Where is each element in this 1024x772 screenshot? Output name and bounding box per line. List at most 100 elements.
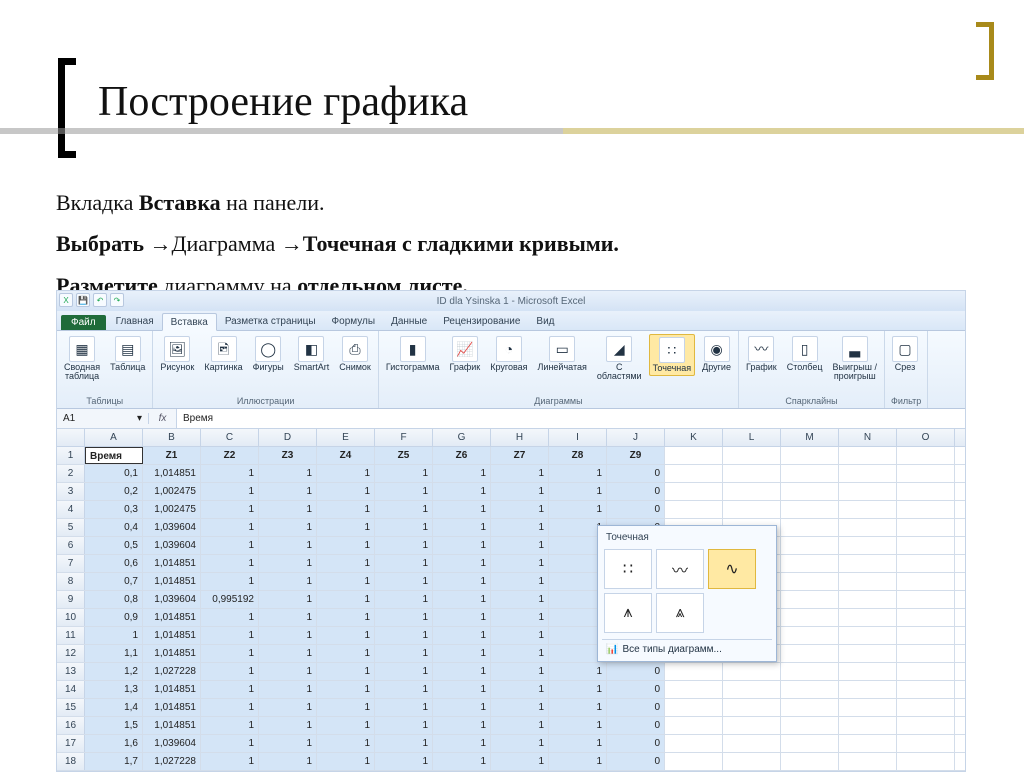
cell[interactable]: 1 — [375, 627, 433, 644]
cell[interactable]: 1 — [491, 753, 549, 770]
cell[interactable]: 1 — [491, 483, 549, 500]
cell[interactable]: 1 — [317, 591, 375, 608]
cell[interactable]: 1 — [433, 537, 491, 554]
cell[interactable]: 1 — [491, 537, 549, 554]
cell[interactable]: 1 — [549, 753, 607, 770]
scatter-markers-option[interactable]: ∷ — [604, 549, 652, 589]
cell[interactable]: 1 — [491, 627, 549, 644]
cell[interactable]: 1 — [491, 465, 549, 482]
cell[interactable]: 1,014851 — [143, 609, 201, 626]
cell[interactable]: 1 — [549, 681, 607, 698]
cell[interactable]: 1 — [259, 753, 317, 770]
cell[interactable]: 1 — [259, 465, 317, 482]
cell[interactable] — [839, 555, 897, 572]
cell[interactable]: 1 — [259, 609, 317, 626]
ribbon-btn-illus-0[interactable]: 🖼Рисунок — [157, 334, 197, 374]
col-header-J[interactable]: J — [607, 429, 665, 446]
ribbon-btn-charts-5[interactable]: ∷Точечная — [649, 334, 696, 376]
cell[interactable] — [781, 627, 839, 644]
excel-icon[interactable]: X — [59, 293, 73, 307]
cell[interactable]: 1 — [433, 699, 491, 716]
cell[interactable]: 0 — [607, 753, 665, 770]
cell[interactable]: 1 — [317, 537, 375, 554]
cell[interactable]: 1 — [375, 591, 433, 608]
cell[interactable] — [839, 735, 897, 752]
cell[interactable] — [897, 573, 955, 590]
cell[interactable]: 1 — [201, 519, 259, 536]
file-tab[interactable]: Файл — [61, 315, 106, 330]
cell[interactable] — [839, 501, 897, 518]
cell[interactable] — [839, 609, 897, 626]
cell[interactable]: 1 — [201, 681, 259, 698]
cell[interactable]: 0 — [607, 483, 665, 500]
cell[interactable]: 1 — [317, 573, 375, 590]
ribbon-btn-filter-0[interactable]: ▢Срез — [889, 334, 921, 374]
cell[interactable]: 0,8 — [85, 591, 143, 608]
cell[interactable]: 1 — [433, 591, 491, 608]
cell[interactable]: 1 — [433, 465, 491, 482]
cell[interactable] — [665, 681, 723, 698]
cell[interactable]: 1 — [549, 699, 607, 716]
ribbon-btn-tables-1[interactable]: ▤Таблица — [107, 334, 148, 374]
cell[interactable]: 1,039604 — [143, 591, 201, 608]
col-header-K[interactable]: K — [665, 429, 723, 446]
cell[interactable] — [839, 627, 897, 644]
row-header[interactable]: 17 — [57, 735, 85, 752]
cell[interactable]: 1 — [549, 663, 607, 680]
cell[interactable]: 1 — [201, 735, 259, 752]
cell[interactable]: 1,7 — [85, 753, 143, 770]
cell[interactable]: 1 — [491, 519, 549, 536]
ribbon-btn-illus-2[interactable]: ◯Фигуры — [250, 334, 287, 374]
cell[interactable] — [781, 717, 839, 734]
cell[interactable]: 1 — [433, 555, 491, 572]
cell[interactable]: 1 — [259, 717, 317, 734]
cell[interactable]: 1 — [433, 519, 491, 536]
cell[interactable] — [897, 591, 955, 608]
cell[interactable]: 1 — [201, 609, 259, 626]
cell[interactable]: 1,014851 — [143, 465, 201, 482]
cell[interactable]: 1 — [433, 609, 491, 626]
cell[interactable]: 1 — [375, 699, 433, 716]
cell[interactable] — [781, 501, 839, 518]
scatter-smooth-option[interactable]: ∿ — [708, 549, 756, 589]
cell[interactable] — [781, 591, 839, 608]
cell[interactable]: 1 — [491, 735, 549, 752]
col-header-O[interactable]: O — [897, 429, 955, 446]
cell[interactable]: 1 — [375, 681, 433, 698]
cell[interactable]: 1 — [433, 735, 491, 752]
cell[interactable] — [781, 483, 839, 500]
cell[interactable] — [897, 735, 955, 752]
cell[interactable]: 1,014851 — [143, 555, 201, 572]
ribbon-btn-spark-1[interactable]: ▯Столбец — [784, 334, 826, 374]
cell[interactable] — [897, 555, 955, 572]
cell[interactable] — [781, 555, 839, 572]
cell[interactable]: 1 — [317, 555, 375, 572]
ribbon-btn-charts-6[interactable]: ◉Другие — [699, 334, 734, 374]
cell[interactable]: 1 — [317, 753, 375, 770]
all-chart-types-link[interactable]: 📊 Все типы диаграмм... — [602, 639, 772, 657]
cell[interactable]: Время — [85, 447, 143, 464]
cell[interactable] — [839, 483, 897, 500]
cell[interactable]: 1 — [491, 591, 549, 608]
cell[interactable]: 0 — [607, 663, 665, 680]
row-header[interactable]: 11 — [57, 627, 85, 644]
formula-bar[interactable]: Время — [177, 409, 965, 428]
row-header[interactable]: 3 — [57, 483, 85, 500]
cell[interactable] — [723, 483, 781, 500]
cell[interactable]: 1 — [549, 465, 607, 482]
ribbon-tab-6[interactable]: Вид — [528, 313, 562, 330]
cell[interactable]: 1 — [433, 753, 491, 770]
cell[interactable]: 1 — [375, 465, 433, 482]
cell[interactable] — [723, 447, 781, 464]
cell[interactable]: 1 — [549, 483, 607, 500]
cell[interactable] — [781, 447, 839, 464]
cell[interactable] — [897, 537, 955, 554]
ribbon-btn-illus-1[interactable]: 🖻Картинка — [201, 334, 245, 374]
cell[interactable] — [723, 663, 781, 680]
cell[interactable]: 1 — [201, 573, 259, 590]
cell[interactable] — [839, 681, 897, 698]
cell[interactable]: 0,5 — [85, 537, 143, 554]
cell[interactable]: 0,995192 — [201, 591, 259, 608]
ribbon-tab-5[interactable]: Рецензирование — [435, 313, 528, 330]
cell[interactable]: 1 — [259, 555, 317, 572]
